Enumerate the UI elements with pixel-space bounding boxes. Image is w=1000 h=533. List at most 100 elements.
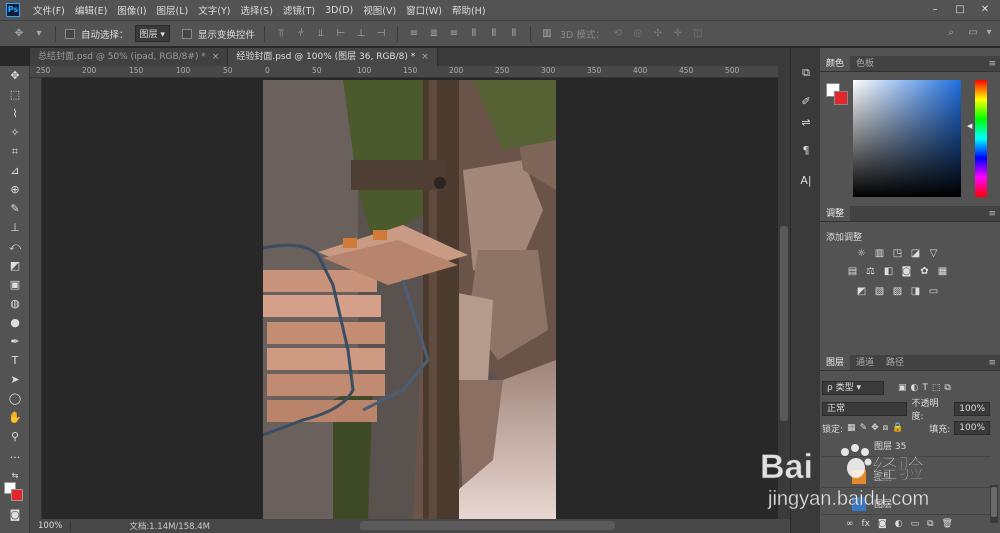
align-left-icon[interactable]: ⊢ [334, 28, 348, 39]
exposure-icon[interactable]: ◪ [909, 248, 922, 260]
tab-color[interactable]: 颜色 [820, 56, 851, 71]
character-icon[interactable]: A| [797, 172, 815, 190]
hand-tool-icon[interactable]: ✋ [5, 410, 25, 426]
chevron-down-icon[interactable]: ▾ [32, 28, 46, 39]
add-mask-icon[interactable]: ◙ [878, 519, 887, 529]
blend-mode-dropdown[interactable]: 正常 [822, 402, 908, 416]
tab-paths[interactable]: 路径 [880, 355, 910, 370]
horizontal-scrollbar-thumb[interactable] [360, 521, 615, 530]
scrollbar-thumb[interactable] [780, 226, 788, 421]
search-icon[interactable]: ⌕ [944, 27, 958, 38]
distribute-top-icon[interactable]: ≡ [407, 28, 421, 39]
more-tools-icon[interactable]: ··· [5, 450, 25, 466]
auto-select-checkbox[interactable] [65, 28, 75, 39]
minimize-button[interactable]: – [925, 0, 945, 20]
tab-channels[interactable]: 通道 [850, 355, 880, 370]
threshold-icon[interactable]: ▨ [891, 286, 904, 298]
panel-menu-icon[interactable]: ≡ [988, 56, 996, 72]
black-white-icon[interactable]: ◧ [882, 266, 895, 278]
color-balance-icon[interactable]: ⚖ [864, 266, 877, 278]
3d-rotate-icon[interactable]: ⟲ [611, 28, 625, 39]
lock-transparent-icon[interactable]: ▦ [847, 423, 856, 433]
menu-help[interactable]: 帮助(H) [447, 3, 491, 17]
move-tool-icon[interactable]: ✥ [12, 28, 26, 39]
clone-stamp-icon[interactable]: ⊥ [5, 220, 25, 236]
hue-slider-pointer[interactable]: ◀ [967, 122, 972, 130]
align-hcenter-icon[interactable]: ⊥ [354, 28, 368, 39]
channel-mixer-icon[interactable]: ✿ [918, 266, 931, 278]
3d-roll-icon[interactable]: ◎ [631, 28, 645, 39]
new-group-icon[interactable]: ▭ [911, 519, 920, 529]
filter-shape-icon[interactable]: ⬚ [932, 383, 941, 393]
type-tool-icon[interactable]: T [5, 353, 25, 369]
tab-swatches[interactable]: 色板 [850, 56, 880, 71]
menu-image[interactable]: 图像(I) [112, 3, 151, 17]
move-tool-icon[interactable]: ✥ [5, 68, 25, 84]
history-panel-icon[interactable]: ⧉ [797, 64, 815, 82]
distribute-vcenter-icon[interactable]: ≣ [427, 28, 441, 39]
menu-view[interactable]: 视图(V) [358, 3, 401, 17]
brightness-icon[interactable]: ☼ [855, 248, 868, 260]
tab-layers[interactable]: 图层 [820, 355, 851, 370]
filter-type-icon[interactable]: T [922, 383, 928, 393]
crop-tool-icon[interactable]: ⌗ [5, 144, 25, 160]
3d-scale-icon[interactable]: ◫ [691, 28, 705, 39]
align-top-icon[interactable]: ⫪ [274, 28, 288, 39]
menu-filter[interactable]: 滤镜(T) [278, 3, 320, 17]
curves-icon[interactable]: ◳ [891, 248, 904, 260]
vibrance-icon[interactable]: ▽ [927, 248, 940, 260]
lock-image-icon[interactable]: ✎ [860, 423, 868, 433]
lasso-tool-icon[interactable]: ⌇ [5, 106, 25, 122]
history-brush-icon[interactable]: ⤺ [5, 239, 25, 255]
distribute-right-icon[interactable]: ⦀ [507, 28, 521, 39]
blur-tool-icon[interactable]: ◍ [5, 296, 25, 312]
gradient-map-icon[interactable]: ▭ [927, 286, 940, 298]
3d-drag-icon[interactable]: ✣ [651, 28, 665, 39]
color-picker-field[interactable] [853, 80, 961, 197]
filter-adjust-icon[interactable]: ◐ [911, 383, 919, 393]
menu-window[interactable]: 窗口(W) [401, 3, 447, 17]
maximize-button[interactable]: □ [950, 0, 970, 20]
fx-icon[interactable]: fx [862, 519, 871, 529]
align-right-icon[interactable]: ⊣ [374, 28, 388, 39]
zoom-level[interactable]: 100% [30, 521, 72, 531]
menu-edit[interactable]: 编辑(E) [70, 3, 112, 17]
auto-align-icon[interactable]: ▥ [540, 28, 554, 39]
3d-slide-icon[interactable]: ✛ [671, 28, 685, 39]
marquee-tool-icon[interactable]: ⬚ [5, 87, 25, 103]
hue-slider[interactable] [975, 80, 987, 197]
new-adjustment-icon[interactable]: ◐ [895, 519, 903, 529]
doc-info[interactable]: 文档:1.14M/158.4M [71, 520, 218, 532]
lock-all-icon[interactable]: 🔒 [892, 423, 903, 433]
panel-menu-icon[interactable]: ≡ [988, 355, 996, 371]
levels-icon[interactable]: ▥ [873, 248, 886, 260]
pen-tool-icon[interactable]: ✒ [5, 334, 25, 350]
paragraph-icon[interactable]: ¶ [797, 142, 815, 160]
new-layer-icon[interactable]: ⧉ [927, 519, 933, 529]
chevron-down-icon[interactable]: ▾ [982, 27, 996, 38]
filter-smart-icon[interactable]: ⧉ [944, 383, 950, 393]
workspace-icon[interactable]: ▭ [966, 27, 980, 38]
menu-layer[interactable]: 图层(L) [152, 3, 194, 17]
close-tab-icon[interactable]: × [212, 52, 220, 62]
brush-settings-icon[interactable]: ✐ [797, 93, 815, 111]
show-transform-checkbox[interactable] [181, 28, 192, 39]
document-image[interactable] [263, 80, 556, 520]
background-color-swatch[interactable] [11, 489, 23, 501]
layer-kind-dropdown[interactable]: ρ 类型 ▾ [822, 381, 884, 395]
distribute-left-icon[interactable]: ⦀ [467, 28, 481, 39]
horizontal-ruler[interactable]: 250 200 150 100 50 0 50 100 150 200 250 … [30, 66, 778, 78]
posterize-icon[interactable]: ▧ [873, 286, 886, 298]
delete-layer-icon[interactable]: 🗑 [942, 519, 953, 529]
gradient-tool-icon[interactable]: ▣ [5, 277, 25, 293]
close-window-button[interactable]: ✕ [975, 0, 995, 20]
menu-select[interactable]: 选择(S) [235, 3, 277, 17]
filter-pixel-icon[interactable]: ▣ [898, 383, 907, 393]
distribute-hcenter-icon[interactable]: ⦀ [487, 28, 501, 39]
vertical-ruler[interactable] [30, 78, 42, 519]
dodge-tool-icon[interactable]: ● [5, 315, 25, 331]
quick-mask-icon[interactable]: ◙ [5, 507, 25, 523]
align-vcenter-icon[interactable]: ⫩ [294, 28, 308, 39]
fill-field[interactable]: 100% [954, 421, 990, 435]
zoom-tool-icon[interactable]: ⚲ [5, 429, 25, 445]
